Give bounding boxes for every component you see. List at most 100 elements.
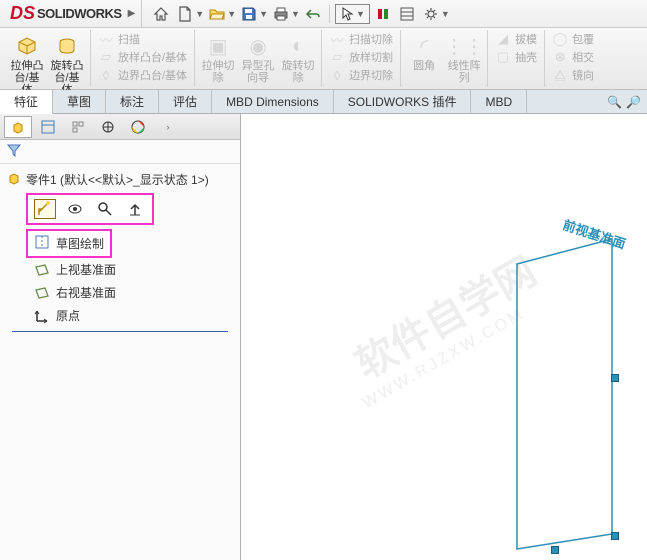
tree-root[interactable]: 零件1 (默认<<默认>_显示状态 1>) [6,170,234,189]
top-plane-label: 上视基准面 [56,261,116,278]
loft-cut-icon: ▱ [329,49,345,65]
tree-item-top-plane[interactable]: 上视基准面 [34,258,234,281]
wrap-icon: ◯ [552,31,568,47]
command-tabs: 特征 草图 标注 评估 MBD Dimensions SOLIDWORKS 插件… [0,90,647,114]
zoom-area-icon[interactable]: 🔎 [626,95,641,109]
draft-button[interactable]: ◢拔模 [491,30,541,48]
extrude-icon [13,32,41,60]
plane-handle[interactable] [551,546,559,554]
tab-mbd-dimensions[interactable]: MBD Dimensions [212,90,334,113]
tree-item-origin[interactable]: 原点 [34,304,234,327]
plane-icon [34,285,50,301]
loft-cut-button[interactable]: ▱放样切割 [325,48,397,66]
chevron-down-icon[interactable]: ▼ [441,9,450,19]
select-button[interactable]: ▼ [335,4,370,24]
sweep-cut-icon: 〰 [329,31,345,47]
boundary-icon: ◊ [98,67,114,83]
rollback-bar[interactable] [12,331,228,332]
options-button[interactable] [396,3,418,25]
filter-icon[interactable] [6,142,22,161]
tab-sketch[interactable]: 草图 [53,90,106,113]
revolve-cut-button[interactable]: ◐旋转切除 [278,30,318,86]
front-plane-outline[interactable] [497,234,617,554]
chevron-down-icon[interactable]: ▼ [291,9,300,19]
shell-button[interactable]: ▢抽壳 [491,48,541,66]
chevron-right-icon: › [167,122,170,132]
main-area: › 零件1 (默认<<默认>_显示状态 1>) 草图绘制 上视基准面 [0,114,647,560]
hole-wizard-button[interactable]: ◉异型孔向导 [238,30,278,86]
ribbon-group-cut2: 〰扫描切除 ▱放样切割 ◊边界切除 [322,30,401,87]
app-logo[interactable]: DS SOLIDWORKS ▶ [4,0,142,27]
pane-tab-row: › [0,114,240,140]
tab-addins[interactable]: SOLIDWORKS 插件 [334,90,472,113]
pattern-button[interactable]: ⋮⋮线性阵列 [444,30,484,86]
boundary-cut-icon: ◊ [329,67,345,83]
zoom-to-button[interactable] [94,199,116,219]
mirror-button[interactable]: ⧋镜向 [548,66,598,84]
pane-tab-property[interactable] [34,116,62,138]
pane-tab-dim[interactable] [94,116,122,138]
ribbon-group-feature3: ◯包覆 ⊗相交 ⧋镜向 [545,30,601,87]
chevron-down-icon[interactable]: ▼ [195,9,204,19]
tab-feature[interactable]: 特征 [0,90,53,114]
wrap-button[interactable]: ◯包覆 [548,30,598,48]
sketch-button[interactable] [34,199,56,219]
origin-label: 原点 [56,307,80,324]
fillet-button[interactable]: ◜圆角 [404,30,444,86]
sketch-draw-menu-item[interactable]: 草图绘制 [26,229,112,258]
tree-item-right-plane[interactable]: 右视基准面 [34,281,234,304]
chevron-right-icon: ▶ [128,8,136,19]
normal-to-button[interactable] [124,199,146,219]
pane-tab-overflow[interactable]: › [154,116,182,138]
filter-row [0,140,240,164]
print-button[interactable] [270,3,292,25]
title-bar: DS SOLIDWORKS ▶ ▼ ▼ ▼ ▼ ▼ ▼ [0,0,647,28]
settings-button[interactable] [420,3,442,25]
show-button[interactable] [64,199,86,219]
pane-tab-config[interactable] [64,116,92,138]
plane-handle[interactable] [611,374,619,382]
app-name: SOLIDWORKS [37,6,122,21]
open-button[interactable] [206,3,228,25]
loft-button[interactable]: ▱放样凸台/基体 [94,48,191,66]
revolve-boss-button[interactable]: 旋转凸台/基体 [47,30,87,98]
ribbon: 拉伸凸台/基体 旋转凸台/基体 〰扫描 ▱放样凸台/基体 ◊边界凸台/基体 ▣拉… [0,28,647,90]
tab-mbd[interactable]: MBD [471,90,527,113]
sketch-icon [34,234,50,253]
home-button[interactable] [150,3,172,25]
boundary-cut-button[interactable]: ◊边界切除 [325,66,397,84]
sweep-button[interactable]: 〰扫描 [94,30,191,48]
chevron-down-icon[interactable]: ▼ [259,9,268,19]
chevron-down-icon[interactable]: ▼ [227,9,236,19]
fillet-icon: ◜ [410,32,438,60]
pattern-icon: ⋮⋮ [450,32,478,60]
tab-evaluate[interactable]: 评估 [159,90,212,113]
mirror-icon: ⧋ [552,67,568,83]
intersect-icon: ⊗ [552,49,568,65]
graphics-viewport[interactable]: 软件自学网 WWW.RJZXW.COM 前视基准面 [241,114,647,560]
ribbon-group-cut: ▣拉伸切除 ◉异型孔向导 ◐旋转切除 [195,30,322,87]
zoom-fit-icon[interactable]: 🔍 [607,95,622,109]
extrude-cut-button[interactable]: ▣拉伸切除 [198,30,238,86]
tab-annotate[interactable]: 标注 [106,90,159,113]
sweep-cut-button[interactable]: 〰扫描切除 [325,30,397,48]
pane-tab-appearance[interactable] [124,116,152,138]
save-button[interactable] [238,3,260,25]
plane-handle[interactable] [611,532,619,540]
revolve-icon [53,32,81,60]
pane-tab-feature-tree[interactable] [4,116,32,138]
new-button[interactable] [174,3,196,25]
tabs-right-tools: 🔍 🔎 [607,90,647,113]
origin-icon [34,308,50,324]
extrude-boss-button[interactable]: 拉伸凸台/基体 [7,30,47,98]
sketch-draw-label: 草图绘制 [56,235,104,252]
intersect-button[interactable]: ⊗相交 [548,48,598,66]
rebuild-button[interactable] [372,3,394,25]
chevron-down-icon: ▼ [356,9,365,19]
part-icon [6,170,22,189]
ribbon-group-boss: 拉伸凸台/基体 旋转凸台/基体 [4,30,91,87]
plane-icon [34,262,50,278]
undo-button[interactable] [302,3,324,25]
boundary-button[interactable]: ◊边界凸台/基体 [94,66,191,84]
context-toolbar [26,193,154,225]
